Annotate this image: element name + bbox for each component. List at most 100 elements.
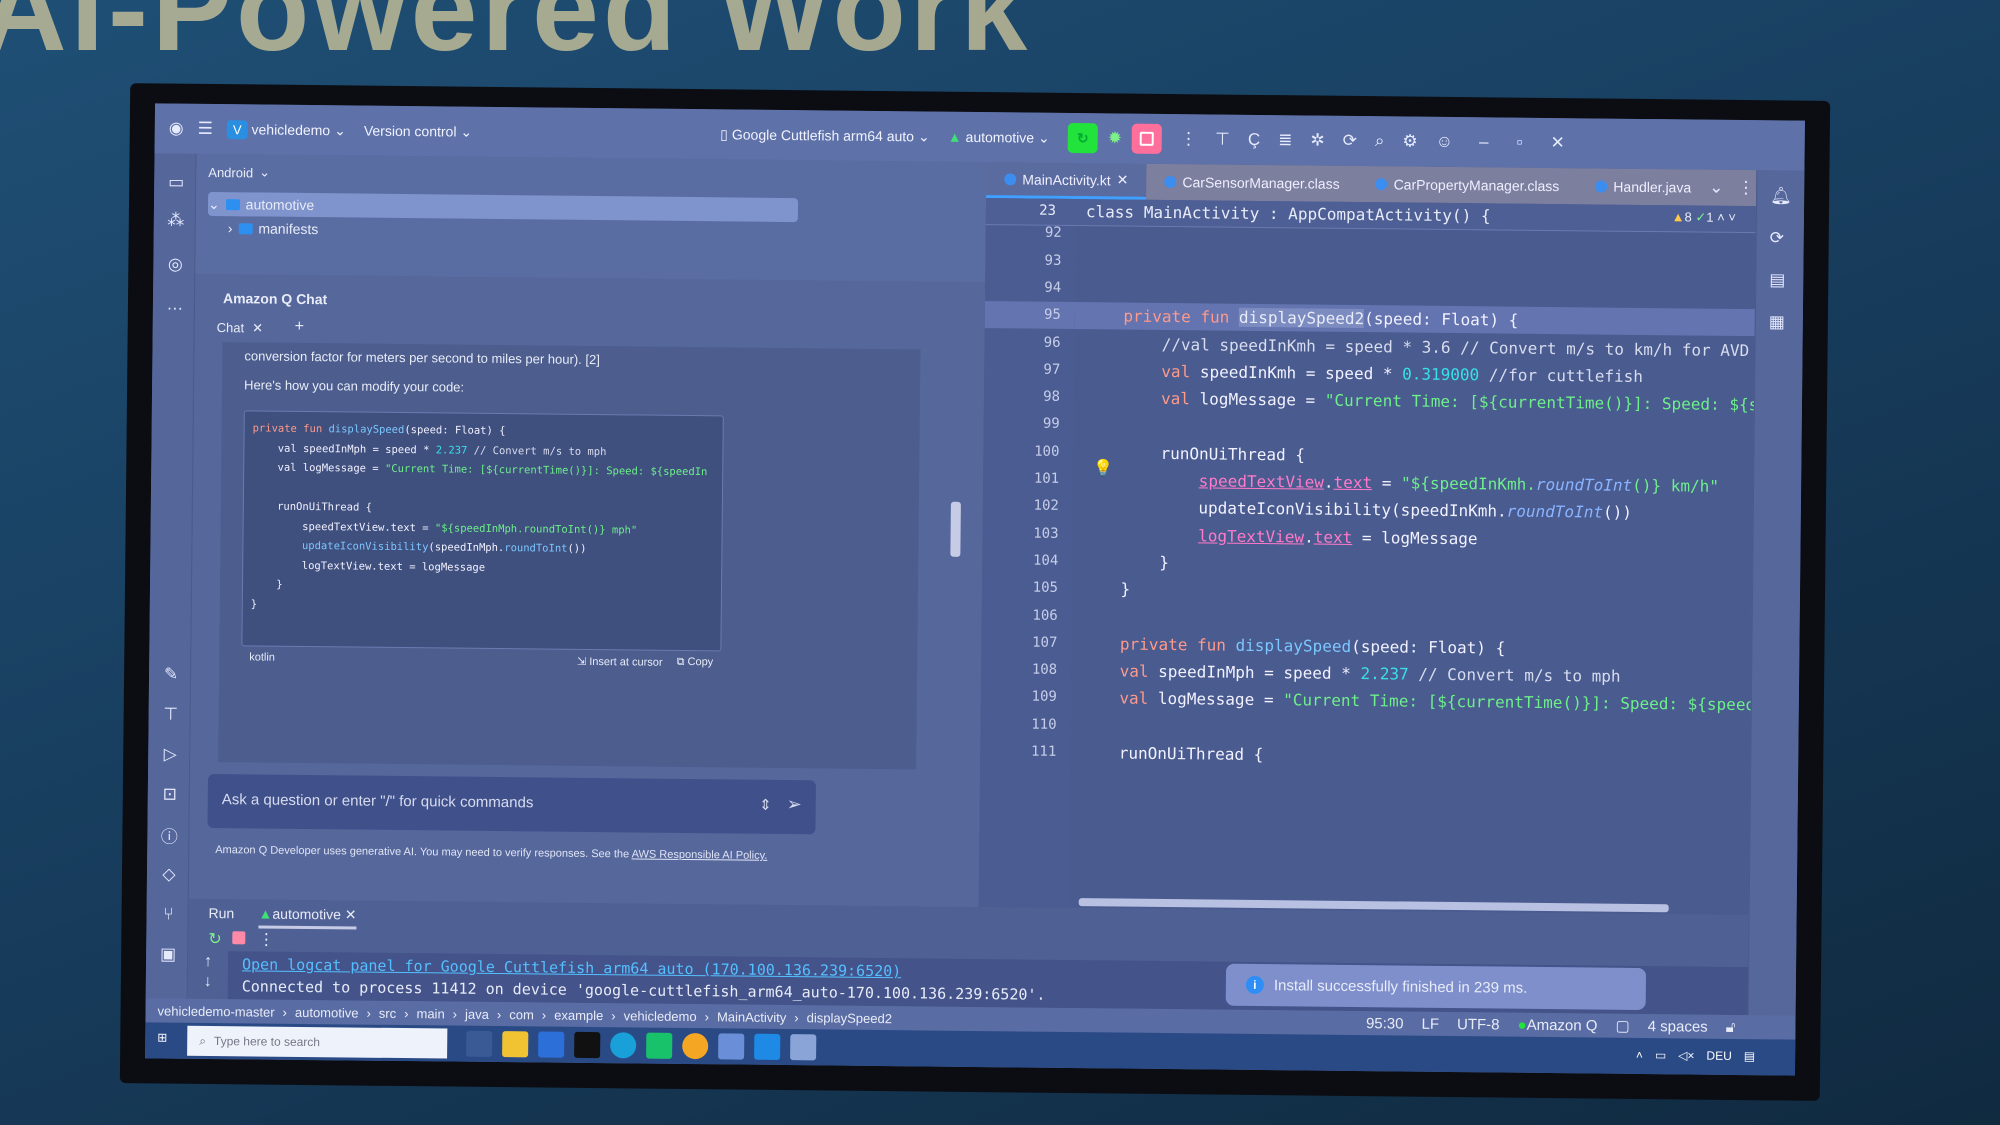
close-icon[interactable]: ✕ <box>345 906 357 922</box>
policy-link[interactable]: AWS Responsible AI Policy. <box>632 848 768 861</box>
more-icon[interactable]: ⋮ <box>1737 178 1754 198</box>
action-center-icon[interactable]: ▤ <box>1744 1049 1755 1063</box>
device-selector[interactable]: ▯ Google Cuttlefish arm64 auto ⌄ <box>720 126 930 145</box>
device-manager-icon[interactable]: ▤ <box>1769 270 1785 290</box>
line-ending[interactable]: LF <box>1421 1015 1439 1032</box>
language-indicator[interactable]: DEU <box>1706 1049 1731 1063</box>
vscode-icon[interactable] <box>754 1033 781 1060</box>
project-selector[interactable]: Vvehicledemo ⌄ <box>226 119 346 140</box>
new-chat-plus-icon[interactable]: + <box>295 318 305 336</box>
breadcrumb-item[interactable]: example <box>554 1007 603 1023</box>
running-devices-icon[interactable]: ▦ <box>1769 312 1785 332</box>
chevron-up-icon[interactable]: ˄ <box>1636 1048 1643 1062</box>
build-icon[interactable]: ⊤ <box>160 703 182 725</box>
network-icon[interactable]: ▭ <box>1655 1048 1666 1062</box>
logcat-link[interactable]: Open logcat panel for Google Cuttlefish … <box>242 955 901 980</box>
stop-icon[interactable] <box>232 931 246 945</box>
translate-icon[interactable]: Ç <box>1248 130 1260 150</box>
search-icon[interactable]: ⌕ <box>1375 131 1385 151</box>
minimize-icon[interactable]: – <box>1479 132 1489 152</box>
breadcrumb-item[interactable]: main <box>416 1006 444 1021</box>
more-tools-icon[interactable]: … <box>164 293 186 315</box>
tab-list-chevron-icon[interactable]: ⌄ <box>1709 178 1723 198</box>
chat-tab[interactable]: Chat ✕ <box>217 320 264 336</box>
stepper-icon[interactable]: ⇕ <box>759 796 772 814</box>
chat-scrollbar[interactable] <box>950 501 961 557</box>
powershell-icon[interactable] <box>538 1031 565 1058</box>
folder-icon[interactable]: ▭ <box>165 171 187 193</box>
insert-at-cursor-button[interactable]: ⇲ Insert at cursor <box>577 654 663 668</box>
app-icon[interactable] <box>682 1032 709 1060</box>
resource-manager-icon[interactable]: ⁂ <box>165 209 187 231</box>
pycharm-icon[interactable] <box>646 1032 673 1059</box>
problems-icon[interactable]: ⓘ <box>158 823 180 846</box>
more-icon[interactable]: ⋮ <box>258 930 274 950</box>
tree-item-manifests[interactable]: › manifests <box>228 216 319 241</box>
task-view-icon[interactable] <box>466 1030 493 1057</box>
tab-carsensormanager-class[interactable]: CarSensorManager.class <box>1146 164 1358 202</box>
breadcrumb-item[interactable]: com <box>509 1007 534 1022</box>
breadcrumb-item[interactable]: displaySpeed2 <box>807 1010 892 1026</box>
breadcrumb-item[interactable]: vehicledemo-master <box>157 1003 274 1019</box>
project-view-selector[interactable]: Android ⌄ <box>208 160 270 185</box>
android-studio-icon[interactable] <box>718 1033 745 1060</box>
run-icon[interactable]: ▷ <box>159 743 181 765</box>
send-icon[interactable]: ➢ <box>787 794 802 815</box>
scroll-up-icon[interactable]: ↑ <box>204 953 212 971</box>
tab-handler-java[interactable]: Handler.java <box>1577 168 1709 205</box>
device-explorer-icon[interactable]: ⊡ <box>159 783 181 805</box>
taskbar-search[interactable]: ⌕ Type here to search <box>187 1025 448 1059</box>
indent-setting[interactable]: 4 spaces <box>1648 1018 1708 1036</box>
bug-icon[interactable]: ✲ <box>1310 130 1324 150</box>
notification-toast[interactable]: i Install successfully finished in 239 ms… <box>1225 963 1647 1011</box>
version-control-menu[interactable]: Version control ⌄ <box>364 122 473 140</box>
terminal-icon[interactable]: ▣ <box>157 943 179 965</box>
scroll-down-icon[interactable]: ↓ <box>204 973 212 991</box>
windows-start-icon[interactable]: ⊞ <box>157 1030 167 1044</box>
unlock-icon[interactable]: 🔓︎ <box>1726 1018 1736 1035</box>
account-icon[interactable]: ☺ <box>1436 132 1454 152</box>
copy-button[interactable]: ⧉ Copy <box>677 655 714 668</box>
breadcrumb-item[interactable]: MainActivity <box>717 1009 787 1025</box>
gear-icon[interactable]: ⚙ <box>1402 131 1417 151</box>
chat-input[interactable]: Ask a question or enter "/" for quick co… <box>207 773 816 835</box>
sdk-manager-icon[interactable]: ⊤ <box>1215 129 1230 149</box>
network-app-icon[interactable] <box>790 1034 817 1061</box>
stop-button[interactable] <box>1131 123 1163 154</box>
volume-muted-icon[interactable]: ◁× <box>1678 1048 1694 1062</box>
breadcrumb-item[interactable]: java <box>465 1006 489 1021</box>
breadcrumb-item[interactable]: vehicledemo <box>624 1008 697 1024</box>
inspection-widget[interactable]: ▲8 ✓1 ˄ ˅ <box>1672 209 1736 226</box>
code-area[interactable]: } private fun displaySpeed2(speed: Float… <box>1069 199 1756 915</box>
list-icon[interactable]: ≣ <box>1278 130 1292 150</box>
breadcrumb-item[interactable]: automotive <box>295 1004 359 1020</box>
tab-carpropertymanager-class[interactable]: CarPropertyManager.class <box>1357 166 1577 204</box>
close-icon[interactable]: ✕ <box>252 320 263 336</box>
file-explorer-icon[interactable] <box>502 1031 529 1058</box>
debug-icon[interactable]: ✹ <box>1108 128 1122 148</box>
comment-icon[interactable]: ▢ <box>1615 1017 1629 1035</box>
git-icon[interactable]: ⑂ <box>157 903 179 925</box>
run-config-selector[interactable]: ▲ automotive ⌄ <box>948 128 1050 146</box>
lightbulb-icon[interactable]: 💡 <box>1093 458 1113 478</box>
notifications-icon[interactable]: 🔔︎ <box>1770 186 1792 206</box>
sync-icon[interactable]: ⟳ <box>1343 131 1357 151</box>
more-icon[interactable]: ⋮ <box>1180 129 1197 149</box>
chat-icon[interactable]: ✎ <box>160 663 182 685</box>
amazon-q-status[interactable]: ●Amazon Q <box>1517 1016 1597 1034</box>
encoding[interactable]: UTF-8 <box>1457 1016 1500 1033</box>
close-icon[interactable]: ✕ <box>1550 133 1564 153</box>
gem-icon[interactable]: ◇ <box>158 863 180 885</box>
edge-icon[interactable] <box>610 1032 637 1059</box>
restore-icon[interactable]: ▫ <box>1516 133 1522 153</box>
caret-position[interactable]: 95:30 <box>1366 1015 1404 1032</box>
rerun-button[interactable]: ↻ <box>1067 122 1098 154</box>
rerun-icon[interactable]: ↻ <box>208 929 222 949</box>
breadcrumb-item[interactable]: src <box>379 1005 396 1020</box>
run-tab-automotive[interactable]: ▲automotive ✕ <box>258 905 357 930</box>
close-icon[interactable]: ✕ <box>1117 171 1129 188</box>
amazon-q-icon[interactable]: ◎ <box>164 253 186 275</box>
terminal-icon[interactable] <box>574 1031 601 1059</box>
sync-icon[interactable]: ⟳ <box>1770 228 1784 248</box>
main-menu-icon[interactable]: ☰ <box>198 119 213 139</box>
